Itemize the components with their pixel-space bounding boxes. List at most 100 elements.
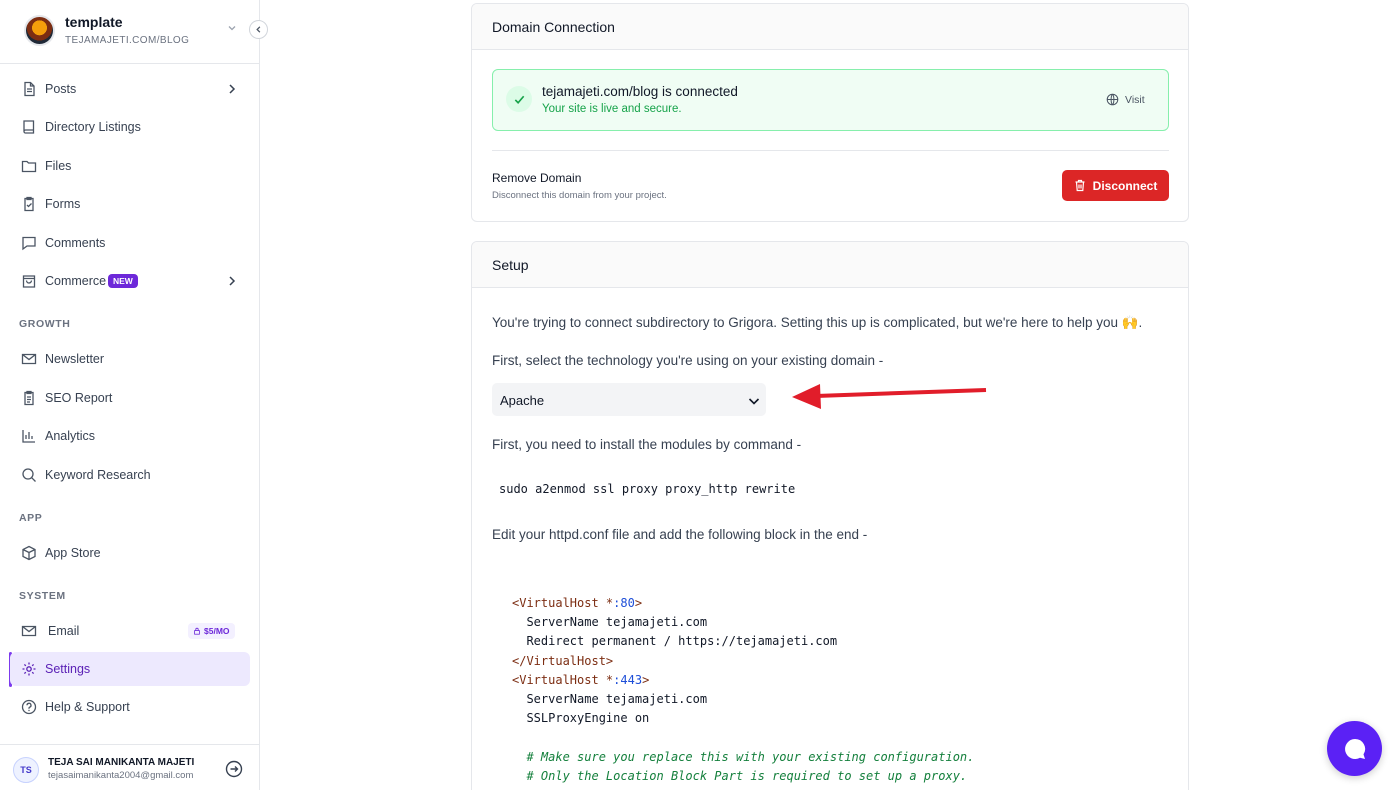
globe-icon — [1106, 93, 1119, 106]
sidebar-item-label: Keyword Research — [45, 468, 151, 482]
lock-icon — [194, 627, 200, 635]
search-icon — [22, 468, 36, 482]
chat-launcher-button[interactable] — [1327, 721, 1382, 776]
code-line: ServerName tejamajeti.com — [512, 692, 708, 707]
annotation-arrow-icon — [792, 384, 987, 409]
sidebar-item-help-support[interactable]: Help & Support — [10, 690, 250, 724]
sidebar: template TEJAMAJETI.COM/BLOG Posts Direc… — [0, 0, 268, 790]
domain-connection-card: Domain Connection tejamajeti.com/blog is… — [471, 3, 1189, 222]
book-icon — [23, 120, 35, 134]
sidebar-item-label: Settings — [45, 662, 91, 676]
chevron-left-icon — [256, 26, 261, 33]
package-icon — [22, 545, 36, 561]
sidebar-item-label: Newsletter — [45, 352, 105, 366]
config-code-block[interactable]: <VirtualHost *:80> ServerName tejamajeti… — [512, 594, 974, 786]
connected-subtitle: Your site is live and secure. — [542, 103, 682, 115]
code-port: :443 — [613, 672, 643, 687]
price-badge-label: $5/MO — [204, 626, 230, 636]
new-badge: NEW — [108, 274, 138, 288]
sidebar-item-keyword-research[interactable]: Keyword Research — [10, 458, 250, 492]
trash-icon — [1075, 179, 1085, 192]
sidebar-item-label: Directory Listings — [45, 120, 141, 134]
sidebar-item-newsletter[interactable]: Newsletter — [10, 342, 250, 376]
code-tag: > — [642, 672, 650, 687]
code-tag: </VirtualHost> — [512, 653, 614, 668]
select-prompt: First, select the technology you're usin… — [492, 353, 884, 368]
setup-card: Setup You're trying to connect subdirect… — [471, 241, 1189, 790]
project-url: TEJAMAJETI.COM/BLOG — [65, 35, 190, 46]
chevron-right-icon — [229, 84, 236, 94]
folder-icon — [21, 160, 37, 173]
connected-title: tejamajeti.com/blog is connected — [542, 84, 738, 99]
logout-icon[interactable] — [225, 760, 243, 778]
code-tag: <VirtualHost * — [512, 672, 614, 687]
sidebar-item-label: SEO Report — [45, 391, 113, 405]
domain-card-title: Domain Connection — [472, 4, 1188, 50]
avatar: TS — [13, 757, 39, 783]
mail-icon — [21, 353, 37, 365]
app-root: template TEJAMAJETI.COM/BLOG Posts Direc… — [0, 0, 1399, 790]
code-line: SSLProxyEngine on — [512, 711, 650, 726]
code-line: Redirect permanent / https://tejamajeti.… — [512, 634, 838, 649]
sidebar-item-label: Analytics — [45, 429, 96, 443]
sidebar-item-analytics[interactable]: Analytics — [10, 419, 250, 453]
clipboard-icon — [24, 196, 34, 212]
chevron-down-icon — [228, 26, 236, 31]
bar-chart-icon — [22, 430, 35, 443]
check-icon — [506, 86, 532, 112]
help-circle-icon — [21, 699, 37, 715]
technology-select-value: Apache — [500, 393, 545, 408]
disconnect-button[interactable]: Disconnect — [1062, 170, 1169, 201]
sidebar-item-label: Email — [48, 624, 80, 638]
setup-intro: You're trying to connect subdirectory to… — [492, 315, 1143, 330]
code-tag: > — [634, 596, 643, 610]
sidebar-item-label: Help & Support — [45, 700, 130, 714]
sidebar-item-directory-listings[interactable]: Directory Listings — [10, 110, 250, 144]
edit-prompt: Edit your httpd.conf file and add the fo… — [492, 527, 868, 542]
collapse-sidebar-button[interactable] — [249, 20, 268, 39]
sidebar-item-settings[interactable]: Settings — [10, 652, 250, 686]
shopping-bag-icon — [22, 275, 36, 288]
install-command[interactable]: sudo a2enmod ssl proxy proxy_http rewrit… — [499, 482, 795, 496]
chat-icon — [1344, 738, 1365, 759]
sidebar-item-label: Comments — [45, 236, 106, 250]
sidebar-item-label: Files — [45, 159, 72, 173]
sidebar-item-label: Commerce — [45, 274, 107, 288]
sidebar-item-comments[interactable]: Comments — [10, 226, 250, 260]
gear-icon — [22, 662, 36, 676]
sidebar-item-seo-report[interactable]: SEO Report — [10, 381, 250, 415]
section-app: APP — [19, 512, 43, 524]
sidebar-item-posts[interactable]: Posts — [10, 72, 250, 106]
section-system: SYSTEM — [19, 590, 66, 602]
chevron-right-icon — [229, 276, 236, 286]
section-growth: GROWTH — [19, 318, 71, 330]
chevron-down-icon — [748, 398, 760, 405]
sidebar-item-app-store[interactable]: App Store — [10, 536, 250, 570]
project-logo — [24, 15, 55, 46]
file-text-icon — [24, 81, 35, 97]
code-port: :80 — [613, 596, 635, 610]
code-comment: # Make sure you replace this with your e… — [512, 749, 975, 764]
remove-domain-subtitle: Disconnect this domain from your project… — [492, 190, 667, 201]
code-line: ServerName tejamajeti.com — [512, 615, 708, 630]
sidebar-item-label: App Store — [45, 546, 101, 560]
sidebar-item-forms[interactable]: Forms — [10, 187, 250, 221]
project-switcher[interactable]: template TEJAMAJETI.COM/BLOG — [0, 0, 260, 64]
install-prompt: First, you need to install the modules b… — [492, 437, 802, 452]
sidebar-item-label: Posts — [45, 82, 77, 96]
remove-domain-title: Remove Domain — [492, 171, 582, 185]
mail-icon — [21, 625, 37, 637]
clipboard-list-icon — [24, 390, 34, 406]
code-comment: # Only the Location Block Part is requir… — [512, 768, 968, 783]
user-email: tejasaimanikanta2004@gmail.com — [48, 770, 194, 781]
divider — [492, 150, 1169, 151]
code-tag: <VirtualHost * — [512, 596, 614, 610]
user-profile[interactable]: TS TEJA SAI MANIKANTA MAJETI tejasaimani… — [0, 744, 260, 790]
user-name: TEJA SAI MANIKANTA MAJETI — [48, 757, 195, 768]
visit-link[interactable]: Visit — [1106, 93, 1145, 106]
technology-select[interactable]: Apache — [492, 383, 766, 416]
sidebar-item-files[interactable]: Files — [10, 149, 250, 183]
visit-label: Visit — [1125, 93, 1145, 106]
project-name: template — [65, 14, 123, 30]
connected-banner: tejamajeti.com/blog is connected Your si… — [492, 69, 1169, 131]
